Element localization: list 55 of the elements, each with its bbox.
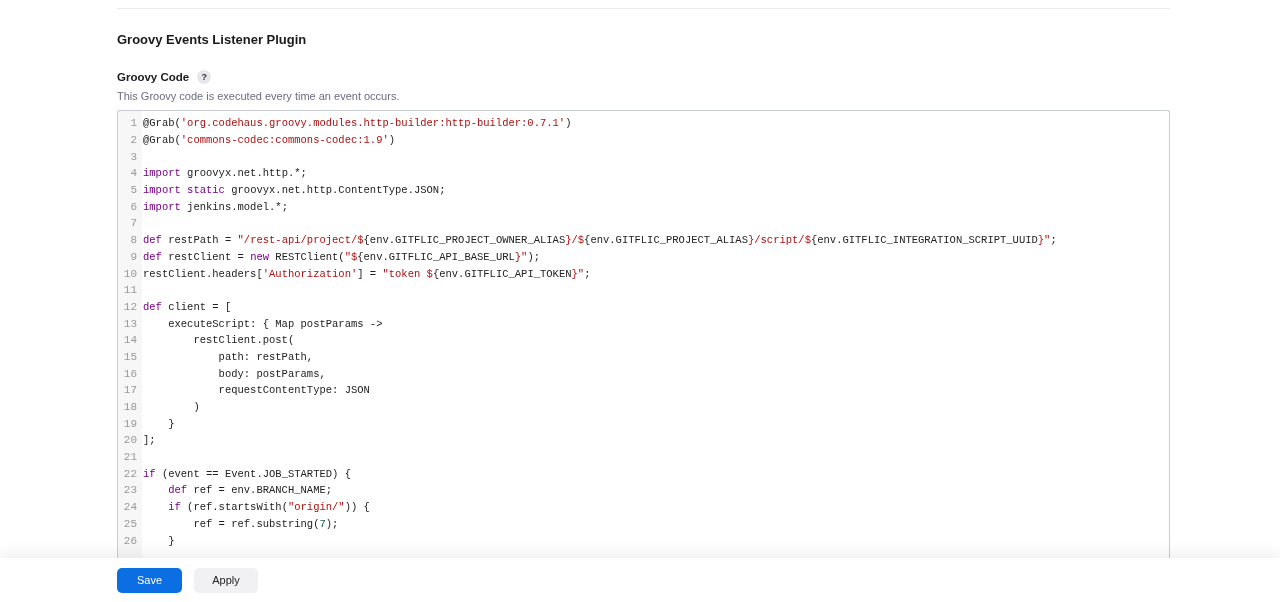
line-number: 19 [122, 417, 137, 430]
code-line: executeScript: { Map postParams -> [167, 317, 383, 330]
line-number: 10 [122, 267, 137, 280]
line-number: 11 [122, 284, 137, 297]
help-button[interactable]: ? [197, 70, 212, 84]
line-number: 20 [122, 434, 137, 447]
line-number: 21 [122, 451, 137, 464]
line-number: 14 [122, 334, 137, 347]
save-button[interactable]: Save [117, 567, 182, 593]
code-line: @Grab('commons-codec:commons-codec:1.9') [143, 134, 396, 147]
code-line: path: restPath, [217, 350, 314, 363]
line-number: 24 [122, 501, 137, 514]
code-line: if (ref.startsWith("origin/")) { [167, 501, 370, 514]
line-number: 23 [122, 484, 137, 497]
apply-button[interactable]: Apply [194, 567, 258, 593]
code-line: restClient.headers['Authorization'] = "token ${env.GITFLIC_API_TOKEN}"; [143, 267, 591, 280]
line-number: 26 [122, 534, 137, 547]
code-line: def restPath = "/rest-api/project/${env.GITFLIC_PROJECT_OWNER_ALIAS}/${env.GITFLIC_PROJECT_ALIAS}/script/${env.GITFLIC_INTEGRATION_SCRIPT_UUID}"; [143, 234, 1057, 247]
line-number: 7 [129, 217, 137, 230]
code-line: } [167, 417, 175, 430]
code-line: if (event == Event.JOB_STARTED) { [143, 467, 351, 480]
code-line: ) [192, 401, 200, 414]
line-number: 18 [122, 401, 137, 414]
line-number: 2 [129, 134, 137, 147]
code-line: body: postParams, [217, 367, 326, 380]
code-line: def restClient = new RESTClient("${env.GITFLIC_API_BASE_URL}"); [143, 250, 540, 263]
line-number: 4 [129, 167, 137, 180]
code-line: } [167, 534, 175, 547]
section-title: Groovy Events Listener Plugin [117, 32, 308, 47]
line-number: 22 [122, 467, 137, 480]
code-editor[interactable] [117, 110, 1170, 558]
line-number: 5 [129, 184, 137, 197]
code-line: @Grab('org.codehaus.groovy.modules.http-builder:http-builder:0.7.1') [143, 117, 572, 130]
code-line: ]; [143, 434, 156, 447]
line-number: 17 [122, 384, 137, 397]
field-description: This Groovy code is executed every time an event occurs. [117, 90, 401, 102]
line-number: 16 [122, 367, 137, 380]
line-number: 25 [122, 517, 137, 530]
code-line: def client = [ [143, 300, 232, 313]
line-number: 9 [129, 250, 137, 263]
line-number: 13 [122, 317, 137, 330]
line-number: 8 [129, 234, 137, 247]
code-line: ref = ref.substring(7); [192, 517, 339, 530]
field-label: Groovy Code [117, 71, 190, 83]
code-line: import groovyx.net.http.*; [143, 167, 307, 180]
line-number: 1 [129, 117, 137, 130]
code-line: def ref = env.BRANCH_NAME; [167, 484, 333, 497]
line-number: 12 [122, 300, 137, 313]
code-line: requestContentType: JSON [217, 384, 370, 397]
code-line: restClient.post( [192, 334, 295, 347]
line-number: 6 [129, 200, 137, 213]
line-number: 3 [129, 150, 137, 163]
line-number: 15 [122, 350, 137, 363]
code-line: import jenkins.model.*; [143, 200, 288, 213]
code-line: import static groovyx.net.http.ContentType.JSON; [143, 184, 446, 197]
